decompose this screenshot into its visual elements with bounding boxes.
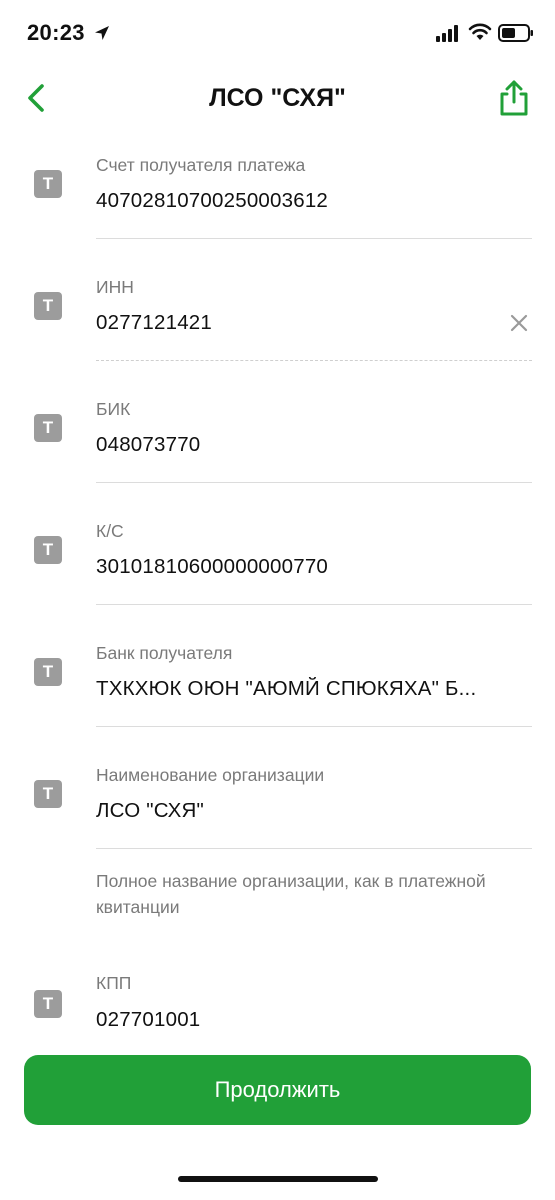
field-value[interactable]: 048073770	[96, 433, 521, 457]
field-value[interactable]: ТХКХЮК ОЮН "АЮМЙ СПЮКЯХА" Б...	[96, 677, 521, 701]
field-bik[interactable]: T БИК 048073770	[0, 394, 555, 516]
text-field-icon: T	[34, 414, 62, 442]
field-value[interactable]: 40702810700250003612	[96, 189, 521, 213]
wifi-icon	[468, 23, 492, 40]
field-label: Наименование организации	[96, 765, 325, 785]
divider	[96, 726, 532, 727]
text-field-icon: T	[34, 170, 62, 198]
divider	[96, 604, 532, 605]
clear-icon[interactable]	[508, 312, 530, 334]
text-field-icon: T	[34, 292, 62, 320]
field-value[interactable]: ЛСО "СХЯ"	[96, 799, 521, 823]
field-inn[interactable]: T ИНН 0277121421	[0, 272, 555, 394]
field-recipient-bank[interactable]: T Банк получателя ТХКХЮК ОЮН "АЮМЙ СПЮКЯ…	[0, 638, 555, 760]
text-field-icon: T	[34, 658, 62, 686]
home-indicator[interactable]	[178, 1176, 378, 1182]
divider	[96, 360, 532, 361]
location-arrow-icon	[95, 26, 109, 40]
continue-button[interactable]: Продолжить	[24, 1055, 531, 1125]
field-value[interactable]: 027701001	[96, 1008, 521, 1032]
divider	[96, 848, 532, 849]
field-label: Счет получателя платежа	[96, 155, 306, 175]
field-label: КПП	[96, 973, 132, 993]
text-field-icon: T	[34, 536, 62, 564]
text-field-icon: T	[34, 990, 62, 1018]
field-value[interactable]: 0277121421	[96, 311, 521, 335]
text-field-icon: T	[34, 780, 62, 808]
field-correspondent-account[interactable]: T К/С 30101810600000000770	[0, 516, 555, 638]
field-label: ИНН	[96, 277, 134, 297]
page-title: ЛСО "СХЯ"	[209, 84, 346, 112]
status-time: 20:23	[27, 20, 85, 45]
signal-icon	[436, 25, 458, 42]
divider	[96, 482, 532, 483]
field-label: БИК	[96, 399, 131, 419]
field-label: Банк получателя	[96, 643, 233, 663]
field-value[interactable]: 30101810600000000770	[96, 555, 521, 579]
divider	[96, 238, 532, 239]
field-label: К/С	[96, 521, 124, 541]
status-bar: 20:23	[0, 0, 555, 70]
share-icon[interactable]	[494, 78, 534, 118]
field-organization-name[interactable]: T Наименование организации ЛСО "СХЯ"	[0, 760, 555, 882]
battery-icon	[498, 24, 533, 42]
field-recipient-account[interactable]: T Счет получателя платежа 40702810700250…	[0, 150, 555, 272]
field-hint: Полное название организации, как в плате…	[96, 871, 486, 917]
